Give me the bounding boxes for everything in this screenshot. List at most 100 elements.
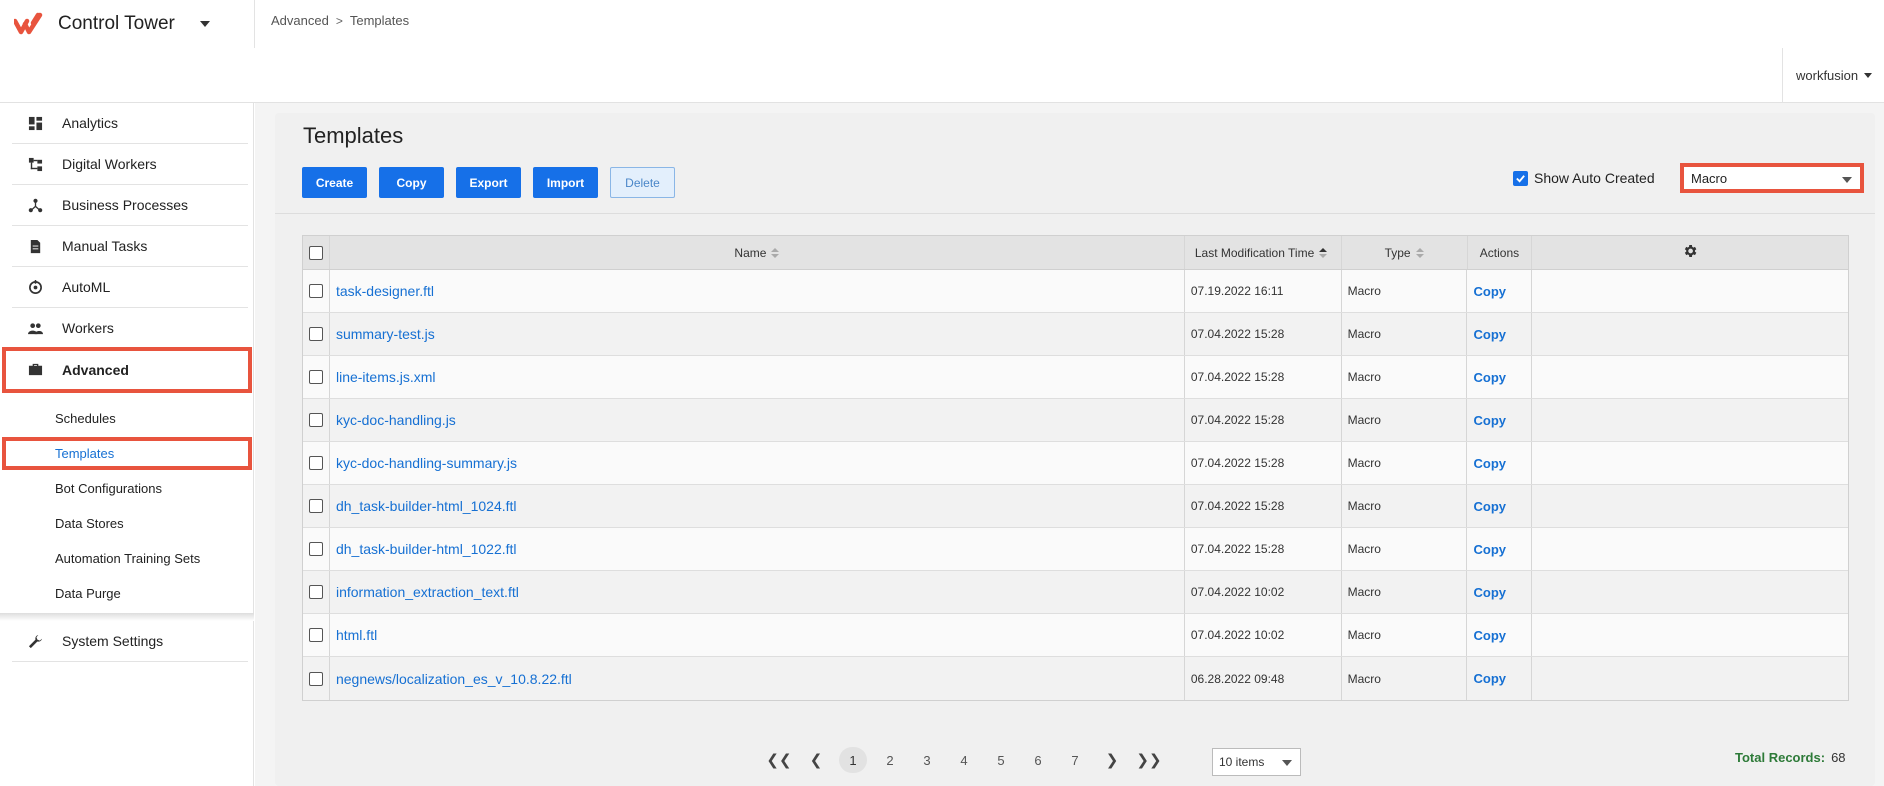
sidebar-subitem-bot-configurations[interactable]: Bot Configurations xyxy=(55,481,162,496)
caret-down-icon xyxy=(1842,177,1852,183)
row-checkbox[interactable] xyxy=(308,628,323,642)
top-bar: Control Tower Advanced > Templates workf… xyxy=(0,0,1884,103)
column-header-name[interactable]: Name xyxy=(330,236,1185,269)
page-title: Templates xyxy=(303,123,404,148)
type-cell: Macro xyxy=(1342,528,1468,570)
table-row: html.ftl 07.04.2022 10:02 Macro Copy xyxy=(303,614,1848,657)
template-name-link[interactable]: line-items.js.xml xyxy=(336,369,436,385)
sidebar-subitem-data-purge[interactable]: Data Purge xyxy=(55,586,121,601)
column-label: Type xyxy=(1384,245,1411,260)
copy-action-link[interactable]: Copy xyxy=(1473,456,1506,471)
last-page-icon[interactable]: ❯❯ xyxy=(1135,747,1163,773)
row-checkbox[interactable] xyxy=(308,327,323,341)
breadcrumb-advanced[interactable]: Advanced xyxy=(271,13,329,28)
sort-asc-icon xyxy=(1319,247,1328,258)
prev-page-icon[interactable]: ❮ xyxy=(802,747,830,773)
time-cell: 07.04.2022 10:02 xyxy=(1185,614,1342,656)
select-all-cell xyxy=(303,236,330,269)
name-cell: kyc-doc-handling-summary.js xyxy=(330,442,1185,484)
sidebar-item-analytics[interactable]: Analytics xyxy=(12,103,248,144)
row-checkbox[interactable] xyxy=(308,370,323,384)
sidebar-subitem-automation-training-sets[interactable]: Automation Training Sets xyxy=(55,551,200,566)
select-all-checkbox[interactable] xyxy=(308,245,323,260)
export-button[interactable]: Export xyxy=(456,167,521,198)
row-checkbox[interactable] xyxy=(308,585,323,599)
template-name-link[interactable]: negnews/localization_es_v_10.8.22.ftl xyxy=(336,671,572,687)
template-name-link[interactable]: kyc-doc-handling-summary.js xyxy=(336,455,517,471)
sidebar-item-automl[interactable]: AutoML xyxy=(12,267,248,308)
sidebar-item-label: AutoML xyxy=(62,279,111,295)
copy-action-link[interactable]: Copy xyxy=(1473,370,1506,385)
type-filter-select[interactable]: Macro xyxy=(1680,163,1864,193)
time-cell: 07.04.2022 15:28 xyxy=(1185,313,1342,355)
copy-action-link[interactable]: Copy xyxy=(1473,585,1506,600)
row-checkbox[interactable] xyxy=(308,499,323,513)
page-button-6[interactable]: 6 xyxy=(1024,747,1052,773)
template-name-link[interactable]: task-designer.ftl xyxy=(336,283,434,299)
template-name-link[interactable]: dh_task-builder-html_1024.ftl xyxy=(336,498,517,514)
copy-action-link[interactable]: Copy xyxy=(1473,413,1506,428)
dashboard-icon xyxy=(26,114,44,132)
row-checkbox[interactable] xyxy=(308,413,323,427)
sidebar-subitem-data-stores[interactable]: Data Stores xyxy=(55,516,124,531)
items-per-page-select[interactable]: 10 items xyxy=(1212,748,1301,776)
page-button-3[interactable]: 3 xyxy=(913,747,941,773)
template-name-link[interactable]: kyc-doc-handling.js xyxy=(336,412,456,428)
time-cell: 07.19.2022 16:11 xyxy=(1185,270,1342,312)
app-switcher[interactable]: Control Tower xyxy=(14,8,210,40)
next-page-icon[interactable]: ❯ xyxy=(1098,747,1126,773)
delete-button[interactable]: Delete xyxy=(610,167,675,198)
column-header-time[interactable]: Last Modification Time xyxy=(1185,236,1342,269)
time-cell: 06.28.2022 09:48 xyxy=(1185,657,1342,700)
import-button[interactable]: Import xyxy=(533,167,598,198)
page-button-4[interactable]: 4 xyxy=(950,747,978,773)
pagination: ❮❮ ❮ 1 2 3 4 5 6 7 ❯ ❯❯ xyxy=(765,746,1172,774)
copy-action-link[interactable]: Copy xyxy=(1473,542,1506,557)
column-label: Name xyxy=(734,245,767,260)
sidebar-item-business-processes[interactable]: Business Processes xyxy=(12,185,248,226)
gear-icon[interactable] xyxy=(1682,243,1698,262)
page-button-2[interactable]: 2 xyxy=(876,747,904,773)
name-cell: dh_task-builder-html_1024.ftl xyxy=(330,485,1185,527)
page-button-1[interactable]: 1 xyxy=(839,747,867,773)
page-button-5[interactable]: 5 xyxy=(987,747,1015,773)
type-filter-value: Macro xyxy=(1691,170,1728,186)
template-name-link[interactable]: summary-test.js xyxy=(336,326,435,342)
first-page-icon[interactable]: ❮❮ xyxy=(765,747,793,773)
row-checkbox[interactable] xyxy=(308,671,323,686)
name-cell: dh_task-builder-html_1022.ftl xyxy=(330,528,1185,570)
row-checkbox[interactable] xyxy=(308,456,323,470)
checkbox-checked-icon[interactable] xyxy=(1513,170,1528,186)
breadcrumb-templates: Templates xyxy=(349,13,410,28)
highlight-box-templates xyxy=(2,437,252,470)
template-name-link[interactable]: html.ftl xyxy=(336,627,377,643)
copy-action-link[interactable]: Copy xyxy=(1473,284,1506,299)
sidebar: Analytics Digital Workers Business Proce… xyxy=(0,103,254,786)
user-menu[interactable]: workfusion xyxy=(1782,48,1884,103)
divider xyxy=(254,0,255,48)
show-auto-created-toggle[interactable]: Show Auto Created xyxy=(1513,170,1655,186)
create-button[interactable]: Create xyxy=(302,167,367,198)
template-name-link[interactable]: dh_task-builder-html_1022.ftl xyxy=(336,541,517,557)
sidebar-item-manual-tasks[interactable]: Manual Tasks xyxy=(12,226,248,267)
sidebar-item-label: System Settings xyxy=(62,633,164,649)
sidebar-subitem-schedules[interactable]: Schedules xyxy=(55,411,116,426)
chevron-right-icon: > xyxy=(335,13,343,28)
column-header-type[interactable]: Type xyxy=(1342,236,1468,269)
highlight-box-advanced xyxy=(2,347,252,393)
row-checkbox[interactable] xyxy=(308,284,323,298)
sidebar-item-digital-workers[interactable]: Digital Workers xyxy=(12,144,248,185)
sidebar-item-workers[interactable]: Workers xyxy=(12,308,248,349)
copy-button[interactable]: Copy xyxy=(379,167,444,198)
copy-action-link[interactable]: Copy xyxy=(1473,327,1506,342)
copy-action-link[interactable]: Copy xyxy=(1473,499,1506,514)
sidebar-item-system-settings[interactable]: System Settings xyxy=(12,621,248,662)
template-name-link[interactable]: information_extraction_text.ftl xyxy=(336,584,519,600)
copy-action-link[interactable]: Copy xyxy=(1473,671,1506,686)
row-checkbox[interactable] xyxy=(308,542,323,556)
sort-icon xyxy=(771,247,780,258)
column-label: Actions xyxy=(1479,245,1520,260)
empty-cell xyxy=(1532,614,1848,656)
copy-action-link[interactable]: Copy xyxy=(1473,628,1506,643)
page-button-7[interactable]: 7 xyxy=(1061,747,1089,773)
